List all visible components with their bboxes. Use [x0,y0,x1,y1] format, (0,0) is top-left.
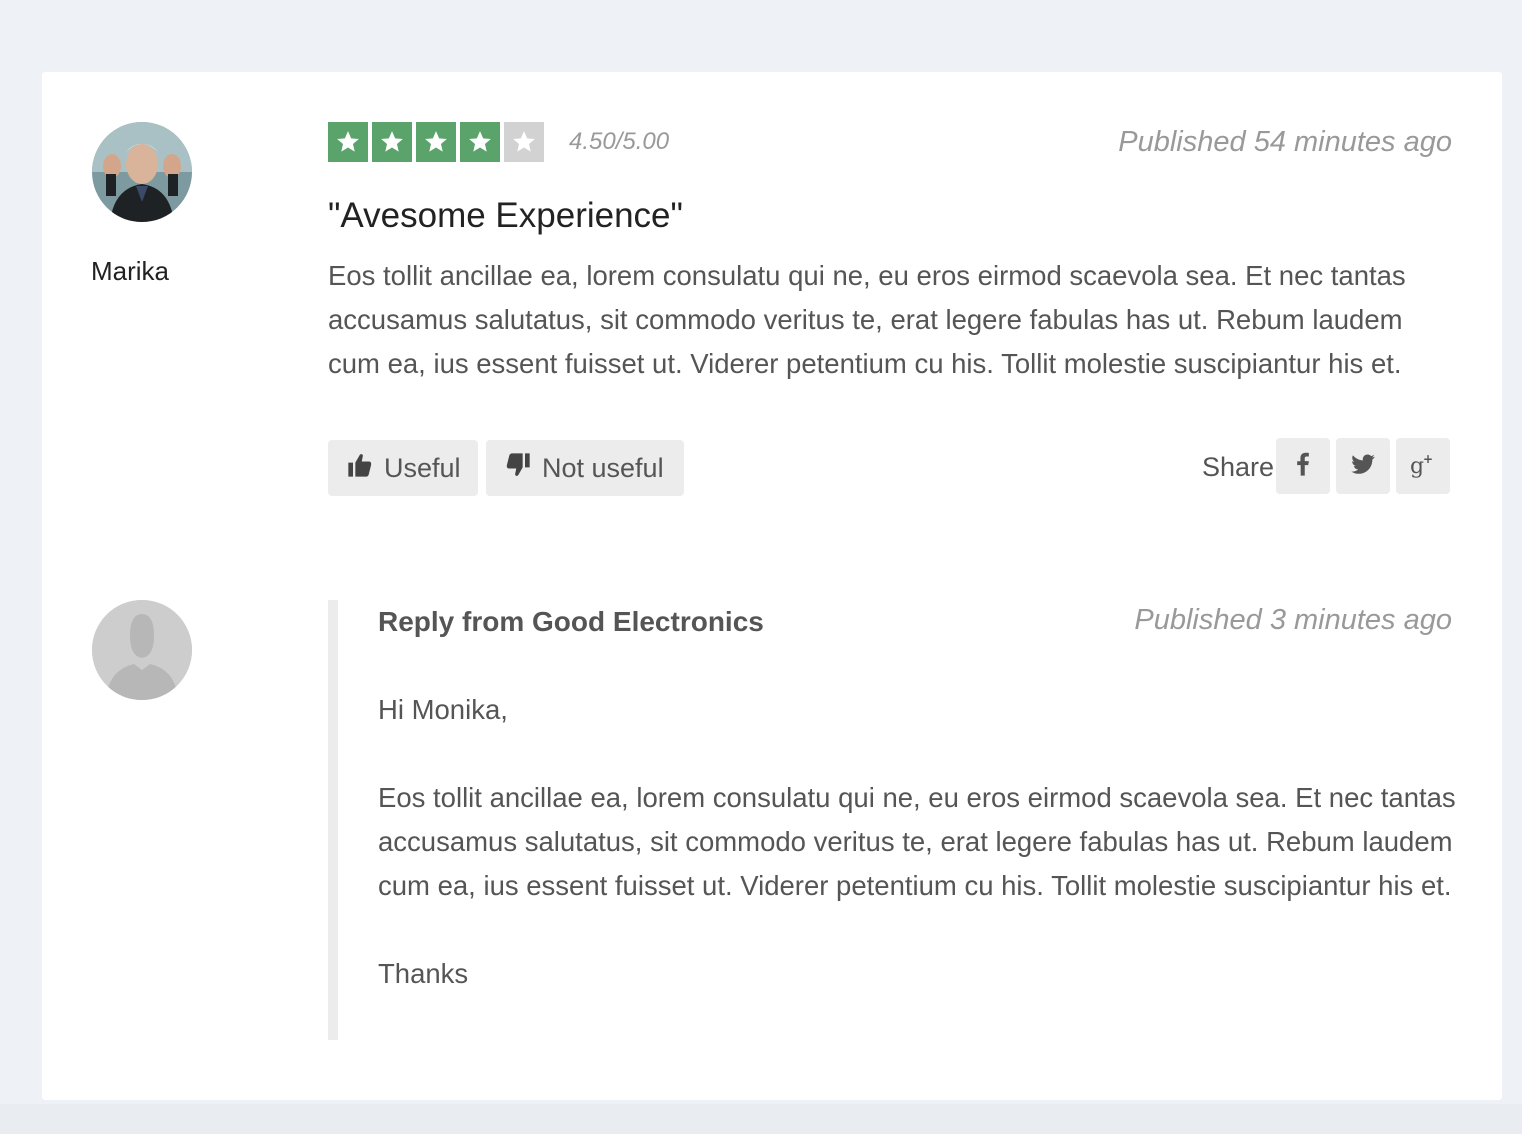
star-filled-icon [372,122,412,162]
star-filled-icon [416,122,456,162]
share-facebook-button[interactable] [1276,438,1330,494]
reply-avatar [92,600,192,700]
share-label: Share [1202,452,1275,482]
reply-paragraph: Eos tollit ancillae ea, lorem consulatu … [378,782,1456,901]
review-body: Eos tollit ancillae ea, lorem consulatu … [328,260,1406,379]
thumbs-up-icon [346,451,384,486]
reply-title: Reply from Good Electronics [378,606,764,637]
reply-greeting: Hi Monika, [378,694,508,725]
rating-stars [328,122,544,162]
reviewer-avatar [92,122,192,222]
google-plus-icon: g + [1409,450,1437,483]
svg-text:+: + [1423,452,1433,466]
review-published-time: Published 54 minutes ago [1118,126,1452,158]
star-filled-icon [328,122,368,162]
review-card: Marika 4.50/5.00 Published 54 minutes ag… [42,72,1502,1100]
twitter-icon [1349,450,1377,483]
star-empty-icon [504,122,544,162]
share-twitter-button[interactable] [1336,438,1390,494]
not-useful-label: Not useful [542,452,664,483]
rating-score: 4.50/5.00 [569,128,670,155]
reply-signoff: Thanks [378,958,469,989]
thumbs-down-icon [504,451,542,486]
reply-body: Hi Monika, Eos tollit ancillae ea, lorem… [378,688,1458,996]
reviewer-name: Marika [91,256,170,286]
facebook-icon [1289,450,1317,483]
page-footer-strip [0,1104,1522,1134]
not-useful-button[interactable]: Not useful [486,440,684,496]
review-title: "Avesome Experience" [328,196,683,235]
reply-published-time: Published 3 minutes ago [1134,604,1452,636]
useful-label: Useful [384,452,461,483]
svg-text:g: g [1410,454,1424,478]
useful-button[interactable]: Useful [328,440,478,496]
share-google-plus-button[interactable]: g + [1396,438,1450,494]
reply-quote-bar [328,600,338,1040]
star-filled-icon [460,122,500,162]
